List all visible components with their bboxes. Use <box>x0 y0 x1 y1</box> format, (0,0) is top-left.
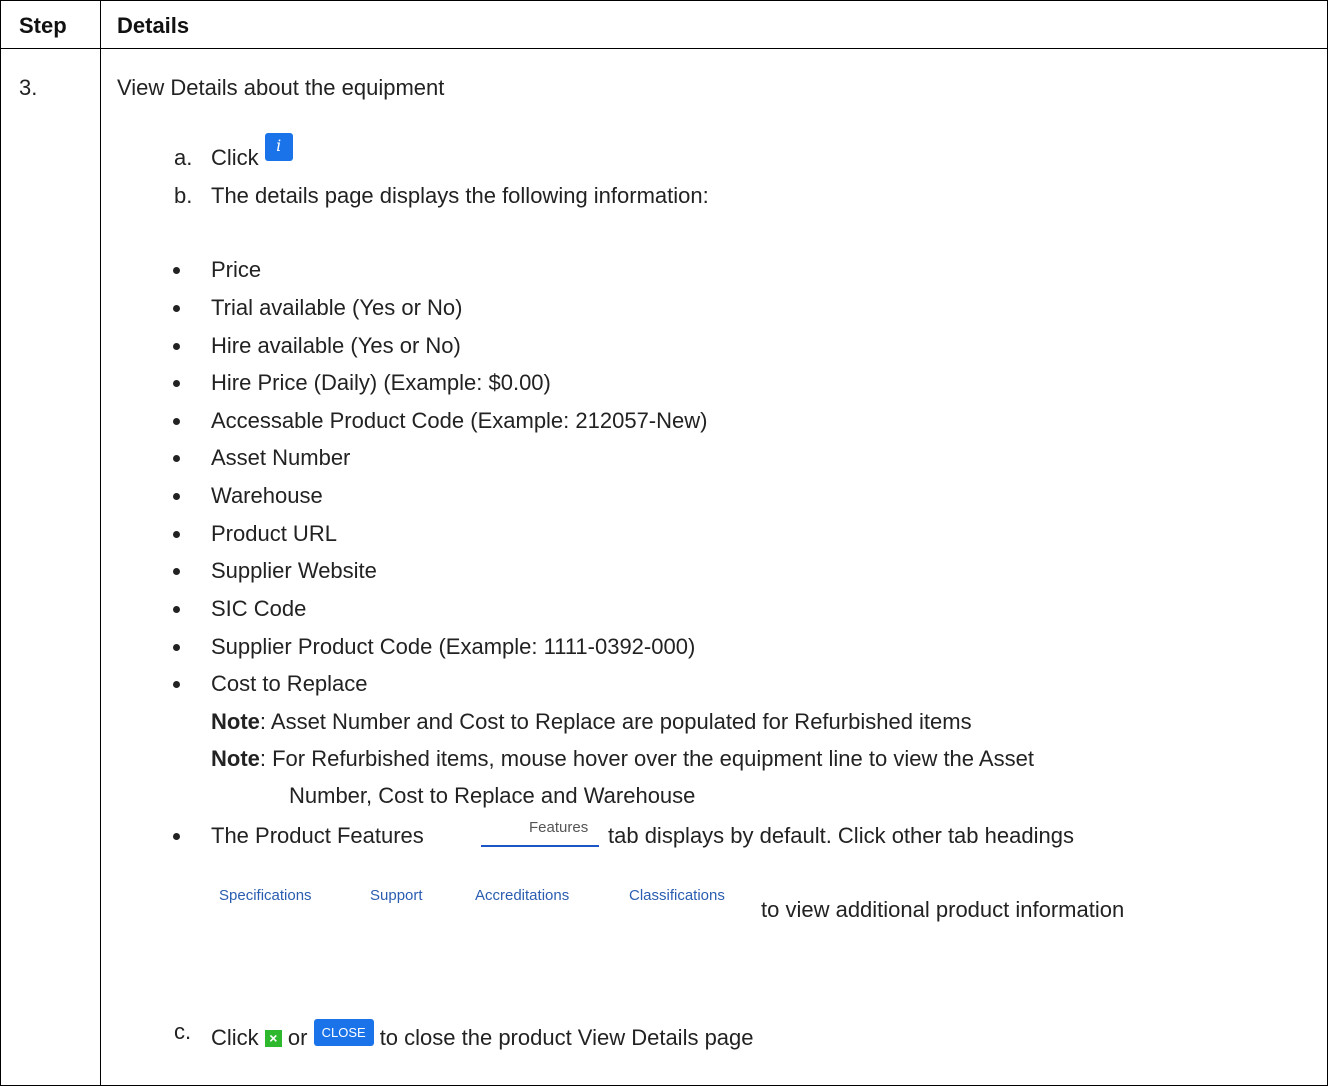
substep-a-marker: a. <box>174 145 193 170</box>
step-number: 3. <box>19 75 38 100</box>
features-after-tabs: to view additional product information <box>761 897 1125 922</box>
tab-features-underline <box>481 845 599 847</box>
close-x-icon[interactable]: × <box>264 1030 282 1047</box>
note-2-continuation: Number, Cost to Replace and Warehouse <box>289 783 696 808</box>
bullet-icon <box>173 568 180 575</box>
bullet-icon <box>173 681 180 688</box>
note-label: Note <box>211 709 260 734</box>
tab-support[interactable]: Support <box>370 887 423 904</box>
tab-classifications[interactable]: Classifications <box>629 887 725 904</box>
bullet-icon <box>173 606 180 613</box>
substep-a: Click i <box>211 133 293 171</box>
bullet-icon <box>173 493 180 500</box>
bullet-icon <box>173 380 180 387</box>
substep-c: Click × or CLOSE to close the product Vie… <box>211 1019 754 1051</box>
features-trail: tab displays by default. Click other tab… <box>608 823 1074 848</box>
substep-c-marker: c. <box>174 1019 192 1044</box>
tab-accreditations[interactable]: Accreditations <box>475 887 569 904</box>
info-icon[interactable]: i <box>264 133 293 161</box>
step-intro: View Details about the equipment <box>117 75 445 100</box>
bullet-icon <box>173 267 180 274</box>
substep-b-text: The details page displays the following … <box>211 183 709 208</box>
substep-c-or: or <box>287 1025 308 1050</box>
note-label: Note <box>211 746 260 771</box>
procedure-table: Step Details 3. View Details about the e… <box>0 0 1328 1086</box>
bullet-icon <box>173 343 180 350</box>
bullet-icon <box>173 305 180 312</box>
note-2: Note: For Refurbished items, mouse hover… <box>211 746 1034 772</box>
bullet-icon <box>173 644 180 651</box>
substep-c-tail: to close the product View Details page <box>379 1025 754 1050</box>
features-lead: The Product Features <box>211 823 424 848</box>
close-button[interactable]: CLOSE <box>313 1019 374 1046</box>
note-1: Note: Asset Number and Cost to Replace a… <box>211 709 972 735</box>
bullet-icon <box>173 455 180 462</box>
bullet-icon <box>173 833 180 840</box>
bullet-icon <box>173 531 180 538</box>
header-details: Details <box>117 13 190 38</box>
column-divider <box>100 1 101 1085</box>
header-step: Step <box>19 13 67 38</box>
note-text: : For Refurbished items, mouse hover ove… <box>259 746 1034 771</box>
note-text: : Asset Number and Cost to Replace are p… <box>259 709 972 734</box>
bullet-icon <box>173 418 180 425</box>
table-header-row: Step Details <box>1 1 1327 49</box>
tab-features[interactable]: Features <box>529 819 588 836</box>
substep-b-marker: b. <box>174 183 193 208</box>
substep-c-click: Click <box>211 1025 259 1050</box>
tab-specifications[interactable]: Specifications <box>219 887 312 904</box>
substep-a-text: Click <box>211 145 259 170</box>
